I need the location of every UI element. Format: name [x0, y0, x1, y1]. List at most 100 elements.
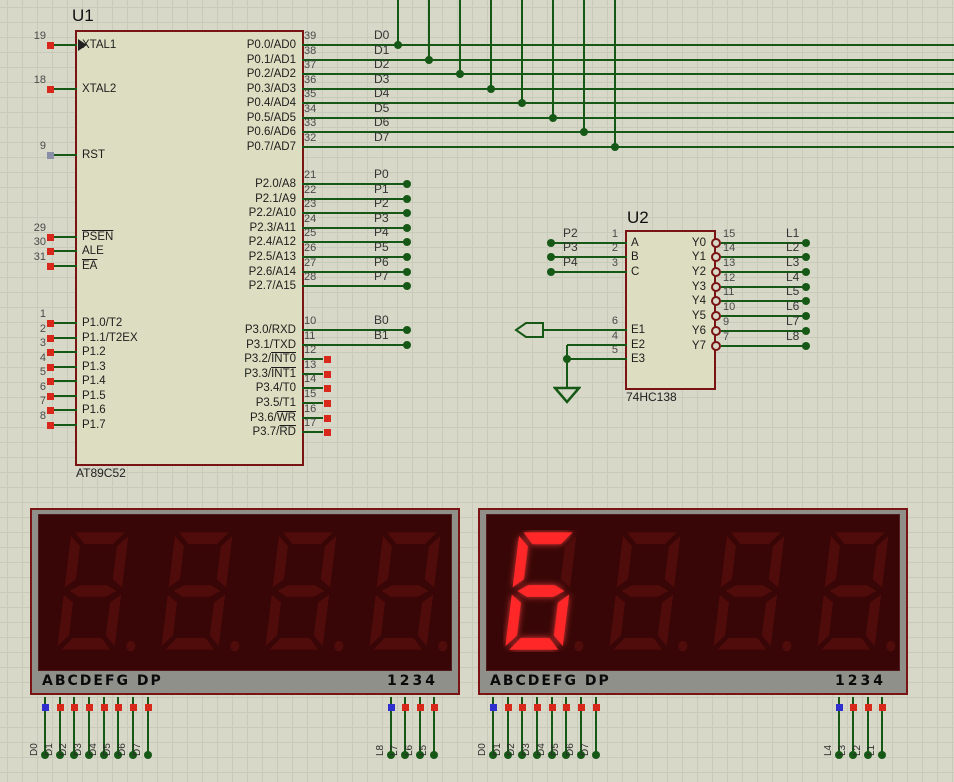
- junction-dot: [487, 85, 495, 93]
- pin-number: 33: [304, 117, 317, 129]
- pin-state-square: [324, 385, 331, 392]
- wire-segment[interactable]: [521, 0, 523, 103]
- pin-state-square: [71, 704, 78, 711]
- pin-number: 34: [304, 103, 317, 115]
- junction-dot: [547, 253, 555, 261]
- wire-segment[interactable]: [566, 345, 568, 388]
- wire-segment[interactable]: [302, 227, 406, 229]
- wire-segment[interactable]: [302, 344, 406, 346]
- wire-segment[interactable]: [53, 322, 77, 324]
- wire-segment[interactable]: [302, 183, 406, 185]
- pin-name: Y0: [691, 237, 706, 249]
- wire-segment[interactable]: [53, 424, 77, 426]
- wire-segment[interactable]: [550, 271, 627, 273]
- pin-state-square: [47, 263, 54, 270]
- pin-number: 3: [39, 337, 46, 349]
- wire-segment[interactable]: [490, 0, 492, 89]
- pin-name: P0.3/AD3: [246, 83, 296, 95]
- net-label: L2: [786, 240, 800, 254]
- inverter-bubble-icon: [711, 311, 721, 321]
- pin-state-square: [145, 704, 152, 711]
- pin-number: 13: [723, 257, 736, 269]
- net-label: P6: [374, 255, 389, 269]
- seven-seg-digit: [609, 532, 688, 652]
- wire-segment[interactable]: [53, 395, 77, 397]
- wire-segment[interactable]: [53, 265, 77, 267]
- junction-dot: [403, 282, 411, 290]
- net-label: L3: [786, 255, 800, 269]
- wire-segment[interactable]: [53, 351, 77, 353]
- pin-name: Y7: [691, 340, 706, 352]
- display-pin-label: L8: [375, 744, 386, 756]
- wire-segment[interactable]: [302, 131, 954, 133]
- pin-number: 9: [723, 316, 730, 328]
- pin-name: P0.0/AD0: [246, 39, 296, 51]
- pin-name: P1.5: [82, 390, 106, 402]
- net-label: D0: [374, 28, 390, 42]
- pin-state-square: [47, 364, 54, 371]
- display-pin-label: D5: [102, 743, 113, 756]
- net-label: D2: [374, 57, 390, 71]
- schematic-canvas[interactable]: U1 AT89C52 U2 74HC138 19 XTAL1 18 XTAL2 9 RST…: [0, 0, 954, 782]
- pin-number: 5: [39, 366, 46, 378]
- wire-segment[interactable]: [302, 117, 954, 119]
- junction-dot: [549, 114, 557, 122]
- wire-segment[interactable]: [542, 329, 627, 331]
- input-terminal-arrow: [514, 322, 544, 338]
- pin-name: P0.7/AD7: [246, 141, 296, 153]
- wire-segment[interactable]: [302, 198, 406, 200]
- wire-segment[interactable]: [302, 212, 406, 214]
- pin-name: P0.5/AD5: [246, 112, 296, 124]
- display-pin-label: L2: [852, 744, 863, 756]
- wire-segment[interactable]: [302, 329, 406, 331]
- wire-segment[interactable]: [459, 0, 461, 74]
- wire-segment[interactable]: [302, 102, 954, 104]
- pin-number: 11: [723, 286, 735, 298]
- wire-segment[interactable]: [53, 366, 77, 368]
- junction-dot: [802, 342, 810, 350]
- pin-name: P1.3: [82, 361, 106, 373]
- wire-segment[interactable]: [552, 0, 554, 118]
- wire-segment[interactable]: [53, 409, 77, 411]
- display-pin-label: D1: [44, 743, 55, 756]
- junction-dot: [403, 253, 411, 261]
- wire-segment[interactable]: [567, 344, 627, 346]
- pin-number: 35: [304, 88, 317, 100]
- pin-name: P3.1/TXD: [246, 339, 296, 351]
- wire-segment[interactable]: [397, 0, 399, 45]
- wire-segment[interactable]: [428, 0, 430, 60]
- wire-segment[interactable]: [53, 380, 77, 382]
- display-pin-label: D0: [477, 743, 488, 756]
- wire-segment[interactable]: [302, 88, 954, 90]
- wire-segment[interactable]: [53, 44, 77, 46]
- pin-state-square: [324, 371, 331, 378]
- wire-segment[interactable]: [53, 337, 77, 339]
- wire-segment[interactable]: [53, 154, 77, 156]
- wire-segment[interactable]: [614, 0, 616, 147]
- wire-segment[interactable]: [302, 73, 954, 75]
- wire-segment[interactable]: [302, 431, 323, 433]
- wire-segment[interactable]: [302, 146, 954, 148]
- pin-state-square: [47, 349, 54, 356]
- wire-segment[interactable]: [302, 256, 406, 258]
- display-segment-row-label: ABCDEFG DP: [490, 673, 611, 689]
- pin-number: 31: [33, 251, 46, 263]
- junction-dot: [144, 751, 152, 759]
- wire-segment[interactable]: [567, 358, 627, 360]
- wire-segment[interactable]: [583, 0, 585, 132]
- pin-state-square: [324, 415, 331, 422]
- wire-segment[interactable]: [53, 88, 77, 90]
- junction-dot: [518, 99, 526, 107]
- wire-segment[interactable]: [721, 345, 806, 347]
- pin-name: P1.1/T2EX: [82, 332, 138, 344]
- wire-segment[interactable]: [302, 59, 954, 61]
- wire-segment[interactable]: [53, 236, 77, 238]
- wire-segment[interactable]: [302, 285, 406, 287]
- pin-number: 39: [304, 30, 317, 42]
- wire-segment[interactable]: [302, 271, 406, 273]
- pin-name: P3.2/INT0: [244, 353, 296, 365]
- junction-dot: [802, 327, 810, 335]
- wire-segment[interactable]: [53, 250, 77, 252]
- pin-name: P2.6/A14: [248, 266, 296, 278]
- wire-segment[interactable]: [302, 241, 406, 243]
